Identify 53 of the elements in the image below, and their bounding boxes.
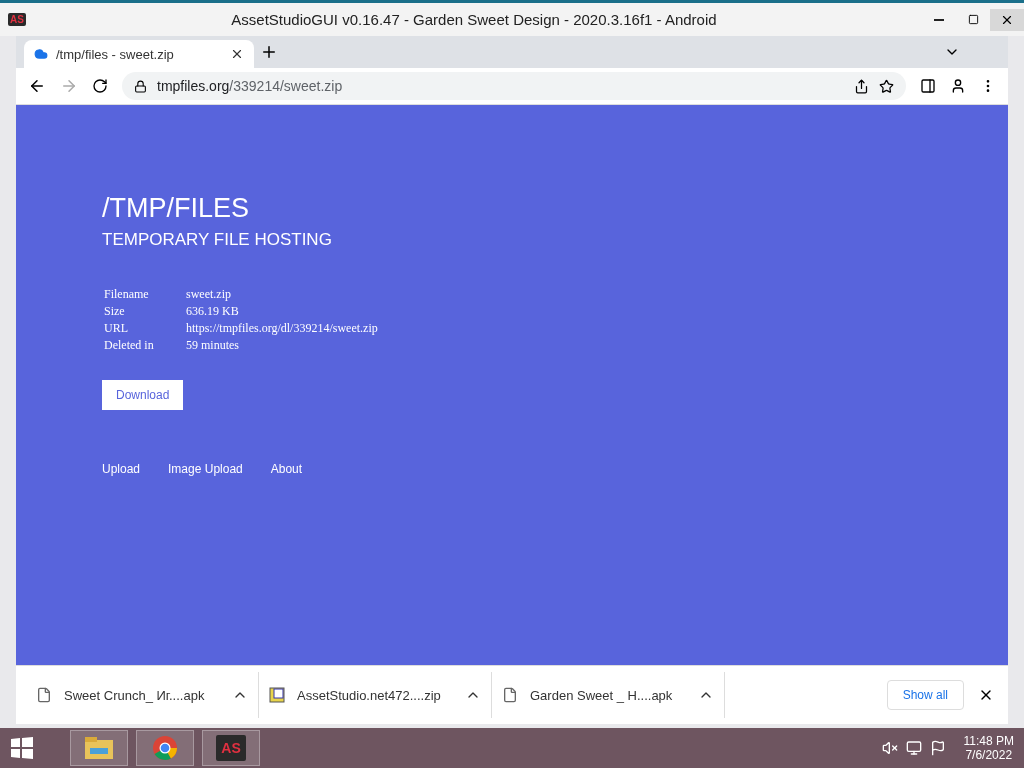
detail-label: Filename <box>104 286 150 303</box>
download-button[interactable]: Download <box>102 380 184 410</box>
detail-value: https://tmpfiles.org/dl/339214/sweet.zip <box>186 320 378 337</box>
page-title: /TMP/FILES <box>102 193 251 224</box>
detail-label: URL <box>104 320 129 337</box>
lock-icon <box>134 79 147 93</box>
download-item[interactable]: Sweet Crunch_ Иг....apk <box>26 672 259 718</box>
nav-link[interactable]: Upload <box>102 462 141 476</box>
mute-icon[interactable] <box>881 740 898 756</box>
network-icon[interactable] <box>905 740 922 756</box>
reload-icon[interactable] <box>92 78 108 94</box>
date-text: 7/6/2022 <box>964 748 1014 762</box>
browser-tab[interactable]: /tmp/files - sweet.zip <box>24 40 254 68</box>
download-name: Garden Sweet _ H....apk <box>530 687 674 703</box>
detail-value: 59 minutes <box>186 337 240 354</box>
browser-icon[interactable] <box>136 730 194 766</box>
download-item[interactable]: Garden Sweet _ H....apk <box>492 672 725 718</box>
download-item[interactable]: AssetStudio.net472....zip <box>259 672 492 718</box>
nav-link[interactable]: Image Upload <box>168 462 243 476</box>
clock[interactable]: 11:48 PM 7/6/2022 <box>963 734 1014 762</box>
url-text: tmpfiles.org/339214/sweet.zip <box>157 78 343 94</box>
show-all-button[interactable]: Show all <box>886 680 964 710</box>
minimize-icon <box>934 18 944 21</box>
archive-icon <box>269 687 285 703</box>
side-panel-icon[interactable] <box>920 78 936 94</box>
detail-label: Size <box>104 303 126 320</box>
window-title: AssetStudioGUI v0.16.47 - Garden Sweet Design - 2020.3.16f1 - Android <box>230 11 718 28</box>
detail-label: Deleted in <box>104 337 155 354</box>
star-icon[interactable] <box>879 78 894 94</box>
folder-icon[interactable] <box>70 730 128 766</box>
nav-link[interactable]: About <box>270 462 303 476</box>
maximize-icon <box>967 14 979 25</box>
download-name: Sweet Crunch_ Иг....apk <box>64 687 206 703</box>
profile-icon[interactable] <box>950 78 966 94</box>
start-icon[interactable] <box>10 736 34 760</box>
back-icon[interactable] <box>28 77 46 95</box>
address-bar[interactable]: tmpfiles.org/339214/sweet.zip <box>122 72 906 100</box>
flag-icon[interactable] <box>929 740 946 756</box>
app-logo: AS <box>8 13 26 26</box>
share-icon[interactable] <box>854 78 869 94</box>
page-subtitle: TEMPORARY FILE HOSTING <box>102 230 333 250</box>
cloud-icon <box>34 47 48 61</box>
time-text: 11:48 PM <box>963 734 1014 748</box>
new-tab-icon[interactable] <box>260 43 278 61</box>
file-icon <box>36 687 52 703</box>
close-button[interactable] <box>990 8 1024 31</box>
detail-value: 636.19 KB <box>186 303 240 320</box>
file-icon <box>502 687 518 703</box>
detail-value: sweet.zip <box>186 286 232 303</box>
tab-title: /tmp/files - sweet.zip <box>56 46 175 62</box>
app-logo: AS <box>216 735 246 761</box>
download-name: AssetStudio.net472....zip <box>297 687 442 703</box>
close-icon[interactable] <box>230 47 244 61</box>
